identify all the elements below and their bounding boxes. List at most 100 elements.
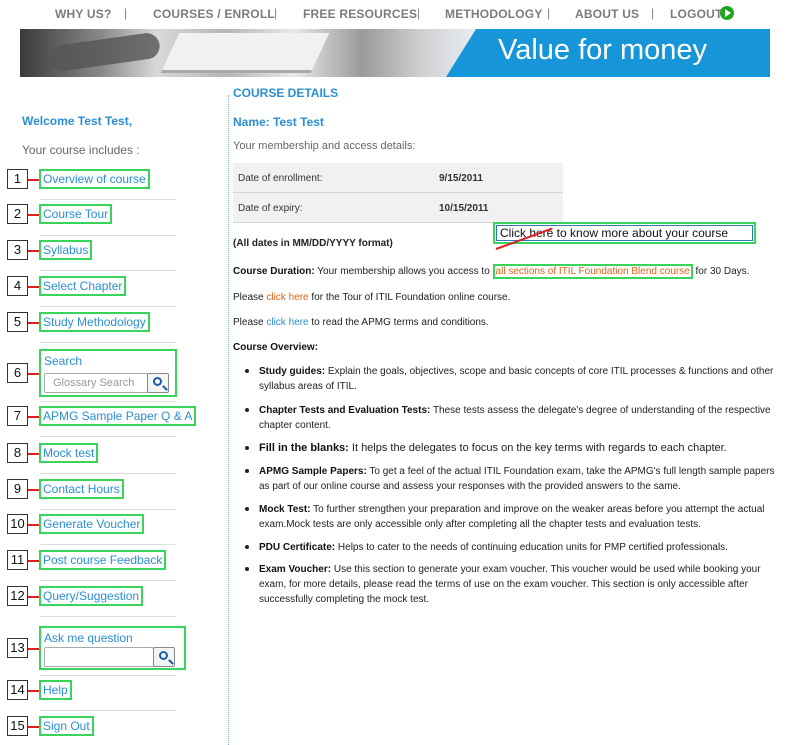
nav-separator: | [651, 6, 655, 20]
top-navigation: WHY US? | COURSES / ENROLL | FREE RESOUR… [0, 0, 800, 28]
sidebar-item-apmg-sample-paper[interactable]: APMG Sample Paper Q & A [39, 406, 197, 426]
sidebar-item-syllabus[interactable]: Syllabus [39, 240, 93, 260]
sidebar-divider [40, 580, 176, 581]
marker-1: 1 [7, 169, 28, 189]
nav-logout[interactable]: LOGOUT [670, 7, 723, 21]
marker-8: 8 [7, 443, 28, 463]
header-banner: Value for money [20, 29, 770, 77]
list-item: Fill in the blanks: It helps the delegat… [245, 441, 775, 456]
course-duration-text: Your membership allows you access to [314, 266, 493, 277]
marker-6: 6 [7, 363, 28, 383]
sidebar-item-mock-test[interactable]: Mock test [39, 443, 99, 463]
sidebar-item-overview[interactable]: Overview of course [39, 169, 150, 189]
nav-courses-enroll[interactable]: COURSES / ENROLL [153, 7, 275, 21]
marker-11: 11 [7, 550, 28, 570]
nav-free-resources[interactable]: FREE RESOURCES [303, 7, 417, 21]
list-item: Chapter Tests and Evaluation Tests: Thes… [245, 403, 775, 433]
glossary-search-button[interactable] [147, 373, 169, 393]
sidebar-divider [40, 473, 176, 474]
glossary-search-box: Search Glossary Search [39, 349, 177, 397]
banner-photo [20, 29, 476, 77]
sidebar-item-help[interactable]: Help [39, 680, 72, 700]
marker-3: 3 [7, 240, 28, 260]
tour-suffix: for the Tour of ITIL Foundation online c… [308, 292, 511, 303]
overview-item-title: Chapter Tests and Evaluation Tests: [259, 405, 431, 416]
ask-question-label: Ask me question [44, 631, 133, 645]
sidebar-divider [40, 270, 176, 271]
sidebar-divider [40, 710, 176, 711]
ask-question-input[interactable] [44, 647, 154, 667]
marker-4: 4 [7, 276, 28, 296]
search-icon [153, 377, 162, 386]
list-item: Mock Test: To further strengthen your pr… [245, 502, 775, 532]
enrollment-date-label: Date of enrollment: [238, 173, 323, 184]
sidebar-divider [40, 306, 176, 307]
course-info-callout: Click here to know more about your cours… [493, 222, 756, 244]
marker-5: 5 [7, 312, 28, 332]
ask-question-button[interactable] [153, 647, 175, 667]
overview-item-text: Helps to cater to the needs of continuin… [335, 542, 728, 553]
content-divider [228, 95, 229, 745]
banner-tagline: Value for money [498, 34, 708, 66]
marker-7: 7 [7, 406, 28, 426]
search-icon [159, 651, 168, 660]
course-includes-label: Your course includes : [22, 143, 140, 157]
terms-line: Please click here to read the APMG terms… [233, 317, 489, 328]
page-title: COURSE DETAILS [233, 86, 339, 100]
tour-link[interactable]: click here [266, 292, 308, 303]
sidebar-item-contact-hours[interactable]: Contact Hours [39, 479, 124, 499]
nav-about-us[interactable]: ABOUT US [575, 7, 639, 21]
student-name: Name: Test Test [233, 115, 324, 129]
overview-item-title: Mock Test: [259, 504, 311, 515]
table-row: Date of enrollment: 9/15/2011 [233, 163, 563, 193]
sidebar-divider [40, 509, 176, 510]
list-item: Exam Voucher: Use this section to genera… [245, 562, 775, 607]
sidebar-item-post-course-feedback[interactable]: Post course Feedback [39, 550, 167, 570]
nav-separator: | [124, 6, 128, 20]
overview-item-title: APMG Sample Papers: [259, 466, 367, 477]
sidebar-item-select-chapter[interactable]: Select Chapter [39, 276, 127, 296]
nav-why-us[interactable]: WHY US? [55, 7, 112, 21]
overview-item-text: It helps the delegates to focus on the k… [348, 442, 727, 454]
banner-book-shape [160, 33, 330, 73]
sidebar-divider [40, 616, 176, 617]
sidebar-divider [40, 436, 176, 437]
sidebar-item-query-suggestion[interactable]: Query/Suggestion [39, 586, 144, 606]
sidebar-item-generate-voucher[interactable]: Generate Voucher [39, 514, 145, 534]
sidebar-divider [40, 544, 176, 545]
nav-separator: | [417, 6, 421, 20]
expiry-date-label: Date of expiry: [238, 203, 303, 214]
search-label: Search [44, 354, 83, 368]
table-row: Date of expiry: 10/15/2011 [233, 193, 563, 223]
sidebar-divider [40, 401, 176, 402]
course-duration: Course Duration: Your membership allows … [233, 264, 750, 279]
tour-prefix: Please [233, 292, 267, 303]
course-duration-suffix: for 30 Days. [692, 266, 750, 277]
list-item: PDU Certificate: Helps to cater to the n… [245, 540, 775, 555]
logout-arrow-icon[interactable] [720, 6, 734, 20]
marker-15: 15 [7, 716, 28, 736]
course-sections-link[interactable]: all sections of ITIL Foundation Blend co… [492, 264, 693, 279]
banner-hand-shape [48, 31, 162, 73]
marker-14: 14 [7, 680, 28, 700]
marker-9: 9 [7, 479, 28, 499]
overview-item-title: Exam Voucher: [259, 564, 332, 575]
nav-methodology[interactable]: METHODOLOGY [445, 7, 543, 21]
sidebar-divider [40, 342, 176, 343]
glossary-search-input[interactable]: Glossary Search [44, 373, 148, 393]
sidebar-item-sign-out[interactable]: Sign Out [39, 716, 94, 736]
overview-item-text: To further strengthen your preparation a… [259, 504, 765, 530]
sidebar-divider [40, 675, 176, 676]
terms-suffix: to read the APMG terms and conditions. [308, 317, 489, 328]
course-overview-heading: Course Overview: [233, 342, 319, 353]
enrollment-date-value: 9/15/2011 [439, 173, 483, 184]
access-details-label: Your membership and access details: [233, 140, 416, 152]
sidebar-item-study-methodology[interactable]: Study Methodology [39, 312, 150, 332]
sidebar-item-course-tour[interactable]: Course Tour [39, 204, 113, 224]
terms-link[interactable]: click here [266, 317, 308, 328]
date-format-note: (All dates in MM/DD/YYYY format) [233, 238, 393, 249]
nav-separator: | [547, 6, 551, 20]
overview-item-text: Use this section to generate your exam v… [259, 564, 761, 605]
marker-13: 13 [7, 638, 28, 658]
overview-item-title: Fill in the blanks: [259, 442, 349, 454]
